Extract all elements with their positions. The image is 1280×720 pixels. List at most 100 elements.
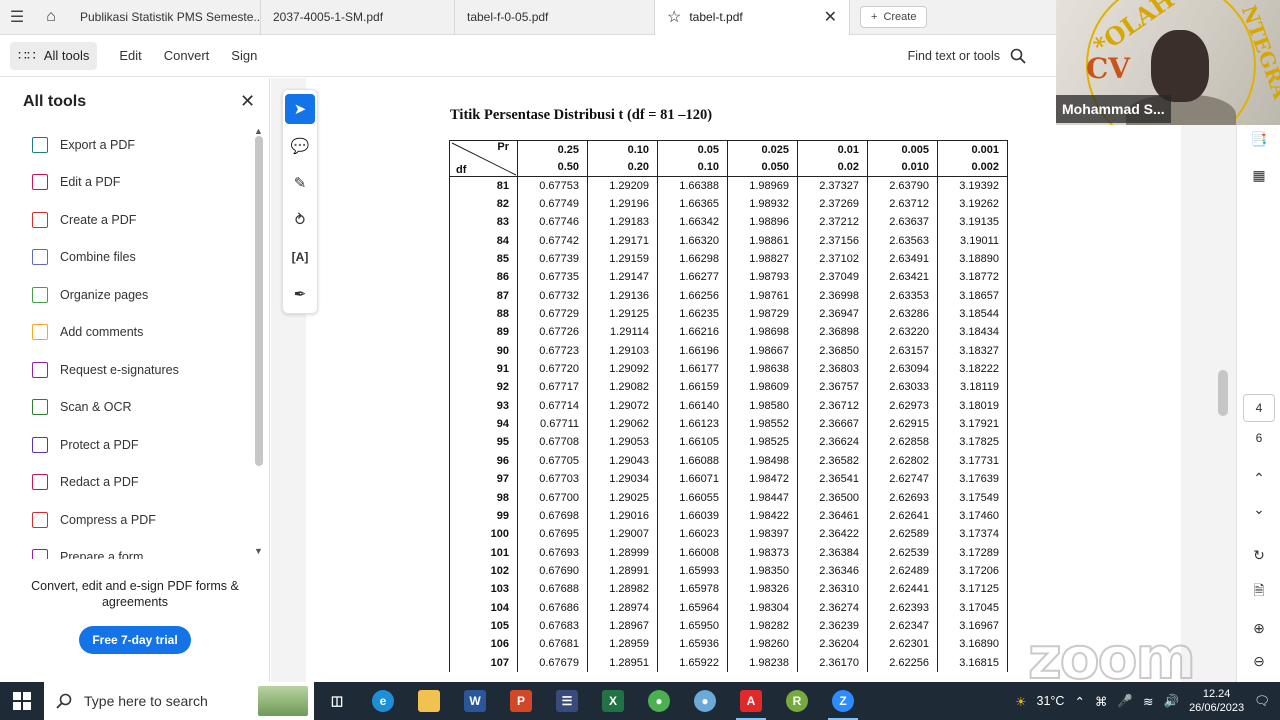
edge-icon[interactable]: e bbox=[360, 682, 406, 720]
tray-expand-icon[interactable]: ⌃ bbox=[1074, 694, 1084, 709]
value-cell: 1.28951 bbox=[587, 653, 658, 672]
app-icon[interactable]: ● bbox=[682, 682, 728, 720]
tab-2037[interactable]: 2037-4005-1-SM.pdf bbox=[261, 0, 455, 35]
zoom-app-icon[interactable]: Z bbox=[820, 682, 866, 720]
scrollbar-thumb[interactable] bbox=[1218, 370, 1228, 416]
prev-page-icon[interactable]: ⌃ bbox=[1247, 466, 1271, 490]
document-scrollbar[interactable] bbox=[1218, 360, 1230, 420]
word-icon[interactable]: W bbox=[452, 682, 498, 720]
tab-label: Publikasi Statistik PMS Semeste... bbox=[80, 10, 261, 24]
value-cell: 1.66071 bbox=[657, 470, 728, 489]
close-tab-icon[interactable]: ✕ bbox=[824, 7, 837, 27]
rstudio-icon[interactable]: R bbox=[774, 682, 820, 720]
free-trial-button[interactable]: Free 7-day trial bbox=[79, 626, 191, 654]
value-cell: 2.62641 bbox=[867, 506, 938, 526]
value-cell: 0.67711 bbox=[517, 414, 588, 434]
powerpoint-icon[interactable]: P bbox=[498, 682, 544, 720]
compress-pdf-icon bbox=[32, 511, 48, 528]
excel-icon[interactable]: X bbox=[590, 682, 636, 720]
weather-temp[interactable]: 31°C bbox=[1037, 694, 1065, 708]
tab-tabel-t[interactable]: ☆ tabel-t.pdf ✕ bbox=[655, 0, 850, 35]
panel-scrollbar[interactable]: ▲ ▼ bbox=[254, 126, 264, 560]
tool-item[interactable]: Add comments bbox=[0, 314, 250, 352]
scroll-down-icon[interactable]: ▼ bbox=[254, 546, 263, 556]
create-button[interactable]: + Create bbox=[860, 6, 928, 28]
select-cursor-icon[interactable]: ➤ bbox=[285, 94, 315, 124]
edit-menu[interactable]: Edit bbox=[119, 48, 141, 63]
find-tools[interactable]: Find text or tools bbox=[908, 48, 1026, 64]
tool-item[interactable]: Organize pages bbox=[0, 276, 250, 314]
tool-item[interactable]: Prepare a form bbox=[0, 539, 250, 559]
highlight-pen-icon[interactable]: ✎ bbox=[285, 168, 315, 198]
tool-item[interactable]: Scan & OCR bbox=[0, 389, 250, 427]
df-cell: 92 bbox=[449, 378, 518, 397]
value-cell: 3.17045 bbox=[937, 598, 1008, 617]
value-cell: 1.98609 bbox=[727, 378, 798, 397]
value-cell: 3.17374 bbox=[937, 525, 1008, 544]
zoom-in-icon[interactable]: ⊕ bbox=[1247, 616, 1271, 640]
all-tools-button[interactable]: ∷∷ All tools bbox=[10, 41, 98, 70]
task-view-icon[interactable]: ◫ bbox=[314, 682, 360, 720]
tool-item[interactable]: Request e-signatures bbox=[0, 351, 250, 389]
microphone-icon[interactable]: 🎤 bbox=[1117, 694, 1133, 709]
tool-item[interactable]: Redact a PDF bbox=[0, 464, 250, 502]
tool-item[interactable]: Protect a PDF bbox=[0, 426, 250, 464]
scrollbar-thumb[interactable] bbox=[255, 136, 263, 466]
page-number-field[interactable]: 4 bbox=[1243, 394, 1275, 422]
document-app-icon[interactable]: ☰ bbox=[544, 682, 590, 720]
zoom-out-icon[interactable]: ⊖ bbox=[1247, 649, 1271, 673]
tool-item[interactable]: Combine files bbox=[0, 239, 250, 277]
volume-icon[interactable]: 🔊 bbox=[1163, 694, 1179, 709]
tool-item[interactable]: Compress a PDF bbox=[0, 501, 250, 539]
notifications-icon[interactable]: 🗨 bbox=[1254, 694, 1270, 709]
value-cell: 1.66159 bbox=[657, 378, 728, 397]
tool-label: Create a PDF bbox=[60, 212, 137, 227]
value-cell: 3.17460 bbox=[937, 506, 1008, 526]
acrobat-icon[interactable]: A bbox=[728, 682, 774, 720]
draw-lasso-icon[interactable]: ⥁ bbox=[285, 205, 315, 235]
chrome-icon[interactable]: ● bbox=[636, 682, 682, 720]
wifi-icon[interactable]: ≋ bbox=[1143, 694, 1153, 709]
value-cell: 1.66235 bbox=[657, 304, 728, 324]
convert-menu[interactable]: Convert bbox=[164, 48, 210, 63]
value-cell: 1.28982 bbox=[587, 580, 658, 599]
tool-label: Organize pages bbox=[60, 287, 149, 302]
tool-item[interactable]: Create a PDF bbox=[0, 201, 250, 239]
add-comment-icon[interactable]: 💬 bbox=[285, 131, 315, 161]
hamburger-menu-icon[interactable]: ☰ bbox=[0, 0, 34, 35]
value-cell: 0.67723 bbox=[517, 341, 588, 360]
value-cell: 0.67693 bbox=[517, 543, 588, 562]
value-cell: 1.65950 bbox=[657, 616, 728, 636]
tool-label: Scan & OCR bbox=[60, 400, 132, 415]
star-icon[interactable]: ☆ bbox=[667, 7, 681, 27]
tool-item[interactable]: Edit a PDF bbox=[0, 164, 250, 202]
bookmark-icon[interactable]: 📑 bbox=[1247, 127, 1271, 151]
home-icon[interactable]: ⌂ bbox=[34, 0, 68, 35]
document-viewer[interactable]: Titik Persentase Distribusi t (df = 81 –… bbox=[271, 78, 1236, 682]
close-panel-icon[interactable]: ✕ bbox=[240, 91, 255, 112]
next-page-icon[interactable]: ⌄ bbox=[1247, 497, 1271, 521]
tab-tabel-f[interactable]: tabel-f-0-05.pdf bbox=[455, 0, 655, 35]
clock[interactable]: 12.24 26/06/2023 bbox=[1189, 687, 1244, 715]
page-info-icon[interactable]: 🗎 bbox=[1247, 580, 1271, 604]
sign-pen-icon[interactable]: ✒ bbox=[285, 279, 315, 309]
value-cell: 1.66320 bbox=[657, 231, 728, 250]
rotate-icon[interactable]: ↻ bbox=[1247, 543, 1271, 567]
tab-publikasi[interactable]: Publikasi Statistik PMS Semeste... bbox=[68, 0, 261, 35]
scroll-up-icon[interactable]: ▲ bbox=[254, 126, 263, 136]
file-explorer-icon[interactable] bbox=[406, 682, 452, 720]
value-cell: 2.62301 bbox=[867, 635, 938, 654]
table-row: 99 0.67698 1.29016 1.66039 1.98422 2.36461 2.6… bbox=[449, 506, 1008, 526]
windows-start-icon[interactable] bbox=[0, 682, 44, 720]
table-row: 93 0.67714 1.29072 1.66140 1.98580 2.36712 2.6… bbox=[449, 396, 1008, 415]
text-select-icon[interactable]: [A] bbox=[285, 242, 315, 272]
network-icon[interactable]: ⌘ bbox=[1095, 694, 1108, 709]
value-cell: 1.98525 bbox=[727, 433, 798, 452]
tool-label: Protect a PDF bbox=[60, 437, 139, 452]
thumbnails-icon[interactable]: ▦ bbox=[1247, 163, 1271, 187]
weather-icon[interactable]: ☀ bbox=[1015, 694, 1026, 709]
main-toolbar: ∷∷ All tools Edit Convert Sign Find text… bbox=[0, 35, 1056, 77]
taskbar-search[interactable]: Type here to search bbox=[44, 682, 314, 720]
sign-menu[interactable]: Sign bbox=[231, 48, 257, 63]
tool-item[interactable]: Export a PDF bbox=[0, 126, 250, 164]
